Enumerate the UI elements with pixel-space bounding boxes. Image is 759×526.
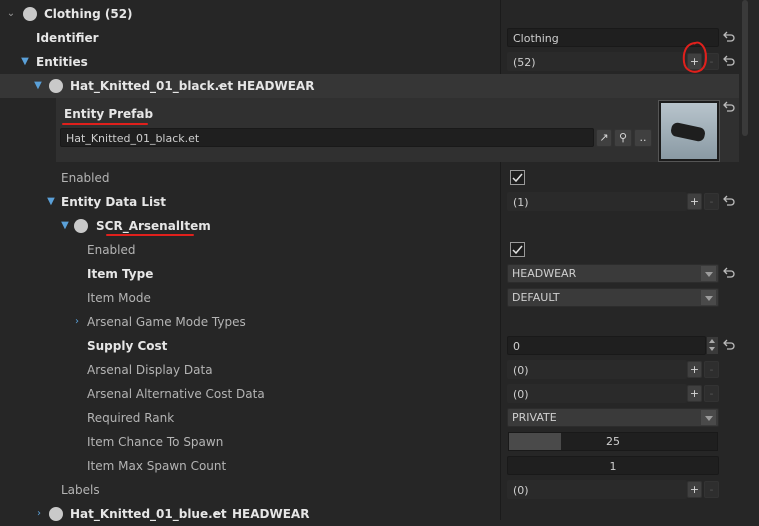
alt-cost-label: Arsenal Alternative Cost Data xyxy=(87,387,265,401)
supply-cost-label: Supply Cost xyxy=(87,339,168,353)
reset-icon[interactable] xyxy=(722,54,736,68)
item-type-label: Item Type xyxy=(87,267,154,281)
entity-prefab-panel: Entity Prefab Hat_Knitted_01_black.et ↗ … xyxy=(56,98,739,162)
expand-arrow-icon[interactable]: ▼ xyxy=(46,190,56,214)
expand-arrow-icon[interactable]: ▼ xyxy=(33,74,43,98)
entity-row-blue[interactable]: › Hat_Knitted_01_blue.et ~ HEADWEAR xyxy=(0,502,739,526)
entity-row-black[interactable]: ▼ Hat_Knitted_01_black.et ~ HEADWEAR xyxy=(0,74,739,98)
spawn-chance-row: Item Chance To Spawn 25 xyxy=(0,430,739,454)
remove-label-button[interactable]: - xyxy=(704,481,719,498)
reset-icon[interactable] xyxy=(722,266,736,280)
item-mode-label: Item Mode xyxy=(87,291,151,305)
required-rank-label: Required Rank xyxy=(87,411,175,425)
arsenal-enabled-row: Enabled xyxy=(0,238,739,262)
collapsed-arrow-icon[interactable]: › xyxy=(72,310,82,334)
spin-stepper[interactable] xyxy=(707,337,718,354)
enabled-checkbox[interactable] xyxy=(510,170,525,185)
max-spawn-row: Item Max Spawn Count 1 xyxy=(0,454,739,478)
entities-label: Entities xyxy=(36,55,88,69)
reset-icon[interactable] xyxy=(722,338,736,352)
item-mode-row: Item Mode DEFAULT xyxy=(0,286,739,310)
supply-cost-input[interactable]: 0 xyxy=(507,336,706,355)
entity-tag: HEADWEAR xyxy=(232,507,310,521)
expand-arrow-icon[interactable]: ▼ xyxy=(60,214,70,238)
add-data-button[interactable]: + xyxy=(687,193,702,210)
entities-count: (52) xyxy=(507,52,687,71)
enabled-label: Enabled xyxy=(61,171,110,185)
clothing-header-row[interactable]: ⌄ Clothing (52) xyxy=(0,2,739,26)
red-underline-annotation xyxy=(106,234,194,236)
entities-row: ▼ Entities (52) + - xyxy=(0,50,739,74)
item-type-value: HEADWEAR xyxy=(512,267,577,280)
collapsed-arrow-icon[interactable]: › xyxy=(34,502,44,526)
red-circle-annotation xyxy=(682,41,707,73)
collapse-arrow-icon[interactable]: ⌄ xyxy=(6,2,16,26)
chevron-down-icon[interactable] xyxy=(701,290,716,305)
required-rank-select[interactable]: PRIVATE xyxy=(507,408,719,427)
item-type-row: Item Type HEADWEAR xyxy=(0,262,739,286)
red-underline-annotation xyxy=(62,123,148,125)
object-circle-icon xyxy=(23,7,37,21)
display-data-label: Arsenal Display Data xyxy=(87,363,213,377)
item-mode-select[interactable]: DEFAULT xyxy=(507,288,719,307)
add-label-button[interactable]: + xyxy=(687,481,702,498)
prefab-thumbnail[interactable] xyxy=(658,100,720,162)
spawn-chance-slider[interactable]: 25 xyxy=(508,432,718,451)
item-type-select[interactable]: HEADWEAR xyxy=(507,264,719,283)
labels-count: (0) xyxy=(507,480,687,499)
arsenal-enabled-checkbox[interactable] xyxy=(510,242,525,257)
max-spawn-input[interactable]: 1 xyxy=(507,456,719,475)
enabled-label: Enabled xyxy=(87,243,136,257)
object-circle-icon xyxy=(49,507,63,521)
entity-name: Hat_Knitted_01_black.et xyxy=(70,79,234,93)
game-mode-types-label: Arsenal Game Mode Types xyxy=(87,315,246,329)
item-mode-value: DEFAULT xyxy=(512,291,560,304)
required-rank-row: Required Rank PRIVATE xyxy=(0,406,739,430)
object-circle-icon xyxy=(49,79,63,93)
spawn-chance-value: 25 xyxy=(606,435,620,448)
reset-icon[interactable] xyxy=(722,30,736,44)
display-data-row: Arsenal Display Data (0) + - xyxy=(0,358,739,382)
chevron-down-icon[interactable] xyxy=(701,266,716,281)
open-external-icon[interactable]: ↗ xyxy=(596,129,612,147)
clothing-title: Clothing (52) xyxy=(44,7,133,21)
entity-data-list-row: ▼ Entity Data List (1) + - xyxy=(0,190,739,214)
identifier-label: Identifier xyxy=(36,31,99,45)
reset-icon[interactable] xyxy=(722,100,736,114)
spawn-chance-label: Item Chance To Spawn xyxy=(87,435,224,449)
add-display-data-button[interactable]: + xyxy=(687,361,702,378)
remove-display-data-button[interactable]: - xyxy=(704,361,719,378)
alt-cost-count: (0) xyxy=(507,384,687,403)
reset-icon[interactable] xyxy=(722,194,736,208)
max-spawn-label: Item Max Spawn Count xyxy=(87,459,227,473)
entity-separator: ~ xyxy=(217,79,228,93)
entity-name: Hat_Knitted_01_blue.et xyxy=(70,507,227,521)
supply-cost-row: Supply Cost 0 xyxy=(0,334,739,358)
data-list-count: (1) xyxy=(507,192,687,211)
prefab-path-input[interactable]: Hat_Knitted_01_black.et xyxy=(60,128,594,147)
identifier-row: Identifier Clothing xyxy=(0,26,739,50)
search-icon[interactable]: ⚲ xyxy=(614,129,632,147)
labels-label: Labels xyxy=(61,483,100,497)
entity-separator: ~ xyxy=(212,507,223,521)
entity-tag: HEADWEAR xyxy=(237,79,315,93)
required-rank-value: PRIVATE xyxy=(512,411,557,424)
enabled-row: Enabled xyxy=(0,166,739,190)
game-mode-types-row[interactable]: › Arsenal Game Mode Types xyxy=(0,310,739,334)
labels-row: Labels (0) + - xyxy=(0,478,739,502)
remove-data-button[interactable]: - xyxy=(704,193,719,210)
display-data-count: (0) xyxy=(507,360,687,379)
entity-data-list-label: Entity Data List xyxy=(61,195,167,209)
expand-arrow-icon[interactable]: ▼ xyxy=(20,50,30,74)
alt-cost-row: Arsenal Alternative Cost Data (0) + - xyxy=(0,382,739,406)
object-circle-icon xyxy=(74,219,88,233)
browse-button[interactable]: .. xyxy=(634,129,652,147)
add-alt-cost-button[interactable]: + xyxy=(687,385,702,402)
scrollbar-thumb[interactable] xyxy=(742,0,748,136)
remove-alt-cost-button[interactable]: - xyxy=(704,385,719,402)
chevron-down-icon[interactable] xyxy=(701,410,716,425)
